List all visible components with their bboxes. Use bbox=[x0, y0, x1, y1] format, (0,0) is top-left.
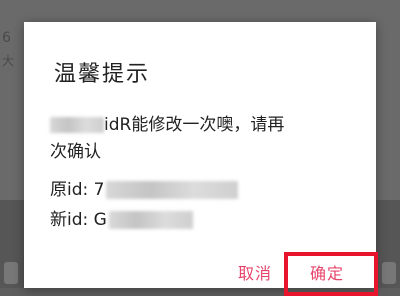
dialog-title: 温馨提示 bbox=[54, 62, 151, 87]
original-id-label: 原id: 7 bbox=[50, 180, 105, 200]
confirm-button[interactable]: 确定 bbox=[310, 260, 344, 284]
message-line: 次确认 bbox=[50, 142, 101, 162]
background-text: 6 bbox=[2, 30, 11, 46]
new-id-label: 新id: G bbox=[50, 210, 107, 230]
confirm-dialog: 温馨提示 idR能修改一次噢，请再 次确认 原id: 7 新id: G 取消 确… bbox=[24, 22, 378, 296]
cancel-button[interactable]: 取消 bbox=[238, 260, 272, 284]
message-text: idR能修改一次噢，请再 bbox=[104, 115, 285, 135]
redacted-id bbox=[108, 211, 193, 229]
redacted-text bbox=[50, 117, 104, 133]
dialog-actions: 取消 确定 bbox=[24, 252, 378, 296]
dialog-message: idR能修改一次噢，请再 次确认 bbox=[50, 112, 360, 166]
message-line: idR能修改一次噢，请再 bbox=[50, 112, 360, 139]
original-id-row: 原id: 7 bbox=[50, 175, 239, 200]
redacted-id bbox=[106, 181, 239, 199]
background-text: 大 bbox=[2, 54, 15, 68]
background-key bbox=[382, 262, 396, 284]
background-key bbox=[4, 262, 18, 284]
new-id-row: 新id: G bbox=[50, 205, 193, 230]
